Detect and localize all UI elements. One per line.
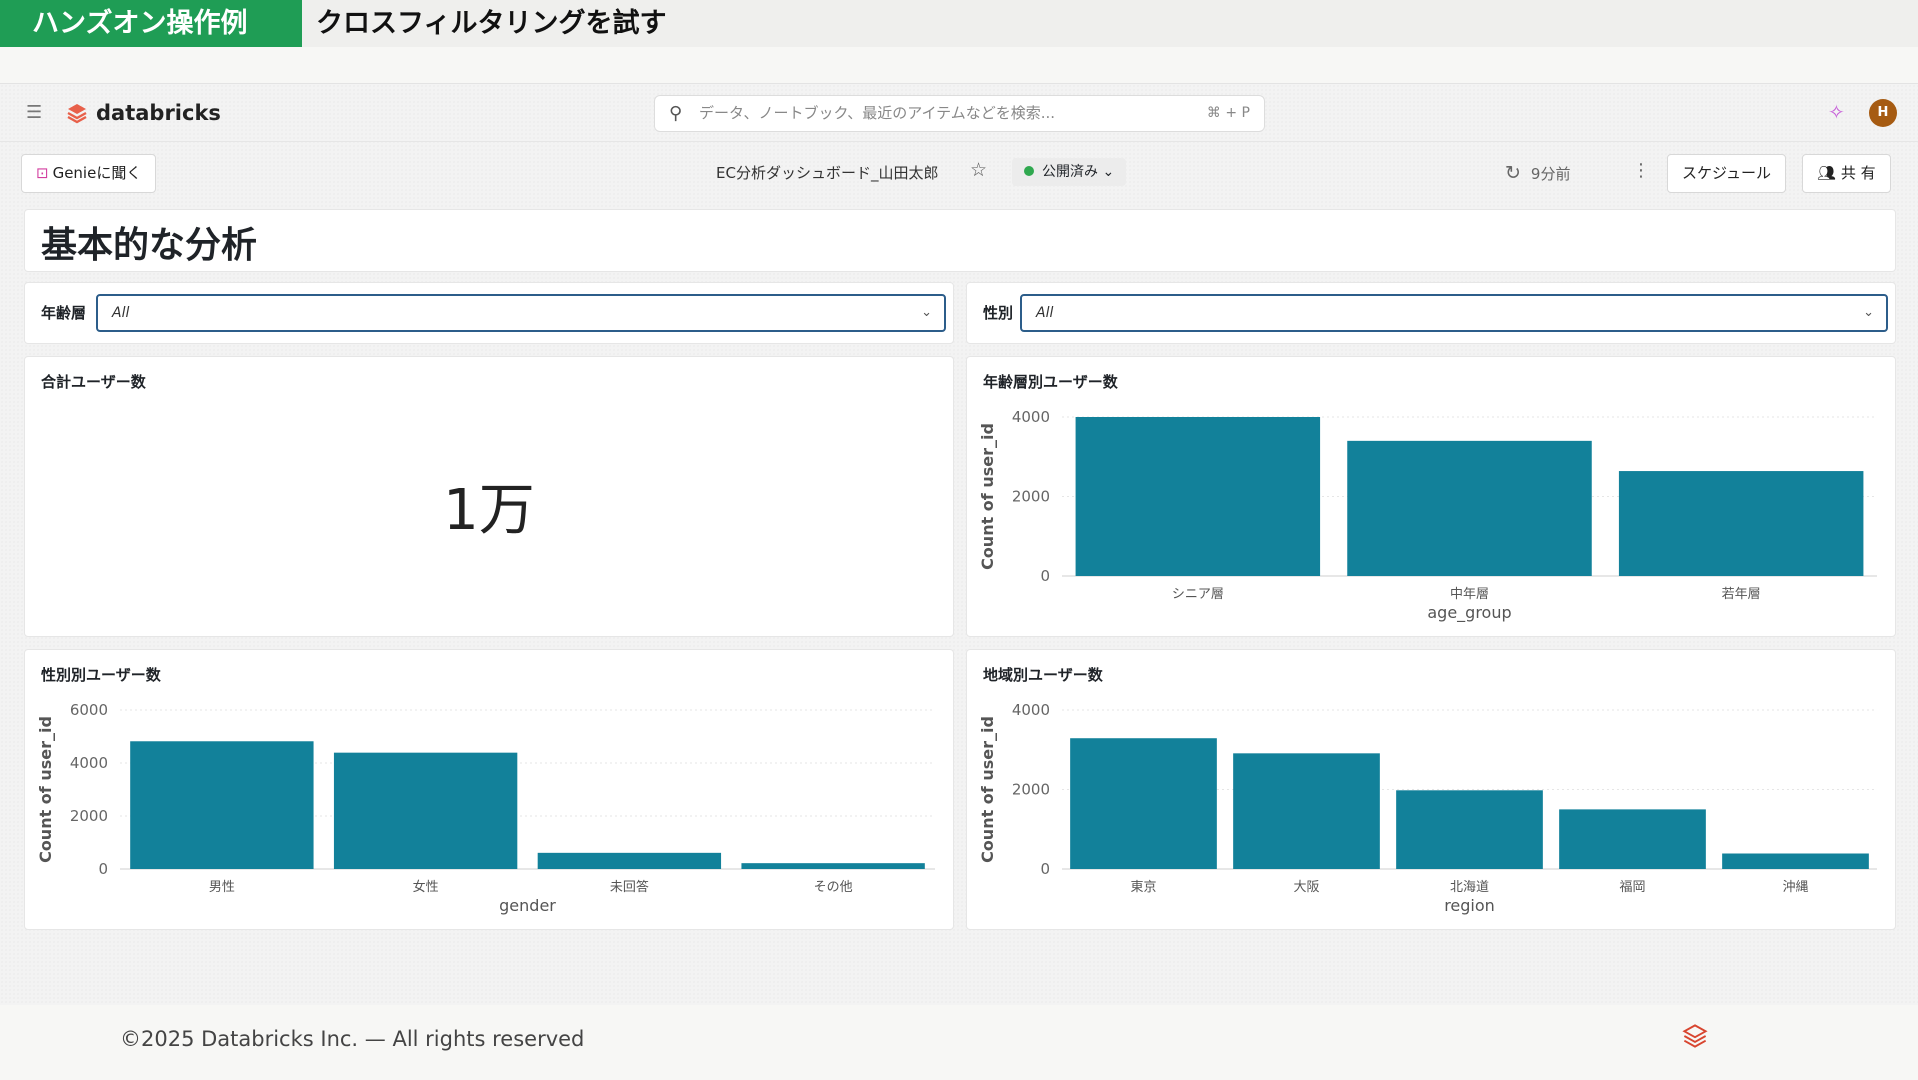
x-tick-label: 沖縄 bbox=[1782, 880, 1808, 895]
x-tick-label: その他 bbox=[814, 880, 853, 895]
top-bar: ☰ databricks ⚲ データ、ノートブック、最近のアイテムなどを検索..… bbox=[0, 84, 1918, 142]
databricks-workspace: ☰ databricks ⚲ データ、ノートブック、最近のアイテムなどを検索..… bbox=[0, 83, 1918, 1005]
bar bbox=[1233, 753, 1380, 869]
x-tick-label: 中年層 bbox=[1450, 587, 1489, 602]
filter-label: 年齢層 bbox=[41, 304, 87, 322]
status-label: 公開済み bbox=[1042, 164, 1098, 180]
y-tick-label: 6000 bbox=[70, 701, 108, 719]
chevron-down-icon: ⌄ bbox=[1863, 305, 1874, 320]
bar bbox=[537, 852, 722, 869]
gender-chart[interactable]: 性別別ユーザー数 0 2000 4000 6000 男性 女性 未回答 その他 gender Co… bbox=[24, 649, 954, 930]
y-tick-label: 2000 bbox=[1012, 781, 1050, 799]
databricks-logo-icon bbox=[67, 104, 87, 124]
search-input[interactable]: ⚲ データ、ノートブック、最近のアイテムなどを検索... ⌘ + P bbox=[654, 95, 1265, 132]
bar-chart: 0 2000 4000 6000 男性 女性 未回答 その他 gender Count of us… bbox=[36, 701, 935, 915]
y-axis-label: Count of user_id bbox=[978, 423, 997, 570]
slide-banner: ハンズオン操作例 クロスフィルタリングを試す bbox=[0, 0, 1918, 47]
favorite-star-icon[interactable]: ☆ bbox=[970, 159, 987, 181]
counter-value: 1万 bbox=[443, 478, 535, 543]
x-tick-label: シニア層 bbox=[1172, 587, 1224, 602]
bar bbox=[333, 752, 518, 869]
banner-title: クロスフィルタリングを試す bbox=[316, 8, 667, 39]
ask-genie-button[interactable]: ⊡ Genieに聞く bbox=[21, 154, 157, 193]
banner-tag: ハンズオン操作例 bbox=[0, 0, 302, 47]
assistant-sparkle-icon[interactable]: ✧ bbox=[1828, 100, 1845, 124]
chevron-down-icon: ⌄ bbox=[921, 305, 932, 320]
chevron-down-icon: ⌄ bbox=[1102, 164, 1115, 180]
widget-title: 性別別ユーザー数 bbox=[41, 666, 161, 684]
hamburger-menu-icon[interactable]: ☰ bbox=[26, 104, 44, 122]
dashboard-name: EC分析ダッシュボード_山田太郎 bbox=[716, 164, 939, 182]
x-axis-label: gender bbox=[499, 896, 556, 915]
copyright: ©2025 Databricks Inc. — All rights reser… bbox=[120, 1027, 585, 1051]
x-axis-label: region bbox=[1444, 896, 1495, 915]
select-value: All bbox=[112, 305, 130, 321]
y-tick-label: 0 bbox=[98, 860, 108, 878]
bar bbox=[1618, 471, 1864, 576]
y-tick-label: 4000 bbox=[1012, 701, 1050, 719]
schedule-button[interactable]: スケジュール bbox=[1667, 154, 1786, 193]
y-tick-label: 4000 bbox=[1012, 408, 1050, 426]
y-tick-label: 2000 bbox=[70, 807, 108, 825]
bar bbox=[1396, 790, 1543, 869]
search-icon: ⚲ bbox=[669, 103, 683, 124]
page-title: 基本的な分析 bbox=[24, 209, 1896, 272]
x-tick-label: 男性 bbox=[209, 880, 235, 895]
age-group-select[interactable]: All ⌄ bbox=[96, 294, 946, 332]
region-chart[interactable]: 地域別ユーザー数 0 2000 4000 東京 大阪 北海道 福岡 沖縄 region Count… bbox=[966, 649, 1896, 930]
share-button[interactable]: 👥︎ 共 有 bbox=[1802, 154, 1891, 193]
total-users-counter[interactable]: 合計ユーザー数 1万 bbox=[24, 356, 954, 637]
refresh-button[interactable]: ↻ 9分前 bbox=[1505, 162, 1570, 184]
brand-name: databricks bbox=[96, 101, 221, 125]
search-shortcut: ⌘ + P bbox=[1206, 105, 1250, 121]
publish-status-dropdown[interactable]: 公開済み ⌄ bbox=[1012, 158, 1127, 186]
y-tick-label: 4000 bbox=[70, 754, 108, 772]
select-value: All bbox=[1036, 305, 1054, 321]
x-tick-label: 女性 bbox=[413, 879, 439, 895]
y-axis-label: Count of user_id bbox=[978, 716, 997, 863]
x-tick-label: 北海道 bbox=[1450, 880, 1489, 895]
status-dot-icon bbox=[1024, 166, 1034, 176]
bar-chart: 0 2000 4000 シニア層 中年層 若年層 age_group Count of use… bbox=[978, 408, 1877, 623]
y-tick-label: 2000 bbox=[1012, 488, 1050, 506]
bar bbox=[1722, 853, 1869, 869]
y-tick-label: 0 bbox=[1040, 860, 1050, 878]
bar bbox=[1347, 440, 1592, 576]
x-tick-label: 未回答 bbox=[610, 879, 649, 895]
bar bbox=[1075, 417, 1321, 576]
y-tick-label: 0 bbox=[1040, 567, 1050, 585]
refreshed-time: 9分前 bbox=[1530, 165, 1571, 183]
filter-age-group: 年齢層 All ⌄ bbox=[24, 282, 954, 344]
gender-select[interactable]: All ⌄ bbox=[1020, 294, 1888, 332]
share-label: 共 有 bbox=[1840, 164, 1876, 182]
widget-title: 地域別ユーザー数 bbox=[983, 666, 1103, 684]
widget-title: 年齢層別ユーザー数 bbox=[983, 373, 1118, 391]
users-icon: 👥︎ bbox=[1817, 164, 1841, 182]
y-axis-label: Count of user_id bbox=[36, 716, 55, 863]
more-options-icon[interactable]: ⋮ bbox=[1632, 160, 1650, 181]
x-tick-label: 福岡 bbox=[1619, 880, 1645, 895]
x-tick-label: 大阪 bbox=[1293, 880, 1319, 895]
bar bbox=[1070, 738, 1217, 869]
refresh-icon: ↻ bbox=[1505, 162, 1521, 184]
databricks-logo[interactable]: databricks bbox=[66, 101, 221, 125]
databricks-footer-logo-icon bbox=[1682, 1024, 1708, 1048]
slide-footer: ©2025 Databricks Inc. — All rights reser… bbox=[0, 1005, 1918, 1080]
filter-gender: 性別 All ⌄ bbox=[966, 282, 1896, 344]
search-placeholder: データ、ノートブック、最近のアイテムなどを検索... bbox=[699, 104, 1056, 122]
widget-title: 合計ユーザー数 bbox=[41, 373, 146, 391]
genie-icon: ⊡ bbox=[36, 164, 49, 182]
user-avatar[interactable]: H bbox=[1869, 99, 1897, 127]
bar-chart: 0 2000 4000 東京 大阪 北海道 福岡 沖縄 region Count of user_… bbox=[978, 701, 1877, 915]
filter-label: 性別 bbox=[983, 304, 1014, 322]
x-axis-label: age_group bbox=[1427, 603, 1511, 623]
bar bbox=[130, 741, 314, 869]
age-group-chart[interactable]: 年齢層別ユーザー数 0 2000 4000 シニア層 中年層 若年層 age_group Co… bbox=[966, 356, 1896, 637]
ask-genie-label: Genieに聞く bbox=[52, 164, 142, 182]
bar bbox=[1559, 809, 1706, 869]
bar bbox=[741, 863, 925, 869]
x-tick-label: 東京 bbox=[1130, 879, 1156, 895]
x-tick-label: 若年層 bbox=[1722, 586, 1761, 602]
